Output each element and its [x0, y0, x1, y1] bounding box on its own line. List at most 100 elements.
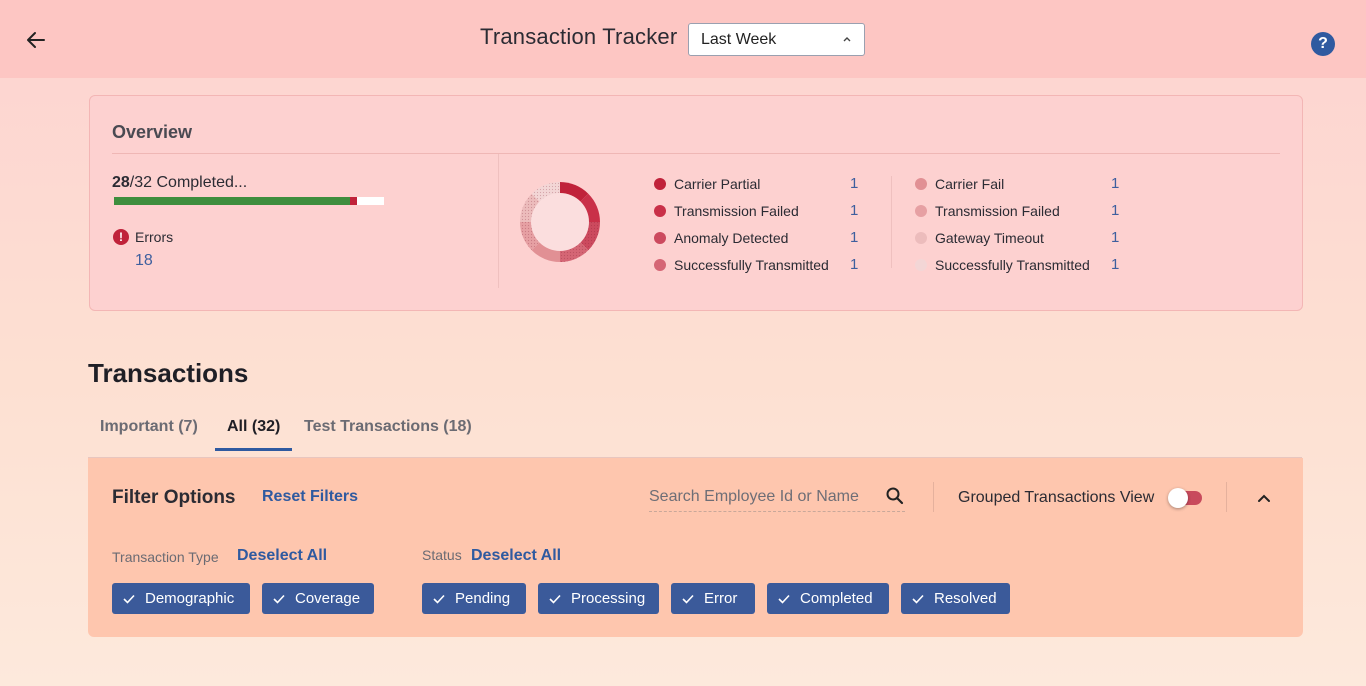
check-icon: [912, 594, 924, 604]
filter-chip-label: Error: [704, 590, 738, 607]
legend-label: Gateway Timeout: [935, 229, 1044, 246]
grouped-view-label: Grouped Transactions View: [958, 489, 1155, 506]
status-label: Status: [422, 547, 462, 563]
transaction-type-label: Transaction Type: [112, 549, 219, 565]
legend-value: 1: [850, 229, 859, 246]
legend-label: Successfully Transmitted: [935, 256, 1090, 273]
legend-label: Successfully Transmitted: [674, 256, 829, 273]
tab-test-transactions[interactable]: Test Transactions (18): [292, 418, 484, 448]
grouped-view-toggle[interactable]: [1168, 488, 1202, 508]
check-icon: [273, 594, 285, 604]
check-icon: [682, 594, 694, 604]
legend-label: Transmission Failed: [935, 202, 1060, 219]
legend-item[interactable]: Carrier Partial 1: [654, 170, 858, 197]
check-icon: [778, 594, 790, 604]
filter-chip-label: Processing: [571, 590, 646, 607]
errors-count[interactable]: 18: [135, 252, 153, 270]
transaction-tabs: Important (7) All (32) Test Transactions…: [88, 412, 1302, 458]
filter-chip-coverage[interactable]: Coverage: [262, 583, 374, 614]
check-icon: [433, 594, 445, 604]
legend-color-swatch: [915, 231, 927, 244]
reset-filters-link[interactable]: Reset Filters: [262, 488, 358, 506]
search-input[interactable]: [649, 484, 874, 510]
status-donut-chart: [520, 182, 600, 262]
legend-value: 1: [1111, 229, 1120, 246]
legend-color-swatch: [915, 177, 927, 190]
chevron-up-icon: [843, 37, 851, 42]
legend-value: 1: [850, 175, 859, 192]
check-icon: [549, 594, 561, 604]
completion-progress-bar: [114, 197, 384, 205]
filter-chip-demographic[interactable]: Demographic: [112, 583, 250, 614]
legend-item[interactable]: Gateway Timeout 1: [915, 224, 1119, 251]
filter-divider: [1226, 482, 1227, 512]
filter-chip-completed[interactable]: Completed: [767, 583, 889, 614]
errors-label: Errors: [135, 229, 174, 245]
overview-vertical-divider: [498, 154, 499, 288]
overview-card: Overview 28/32 Completed... ! Errors 18 …: [89, 95, 1303, 311]
legend-color-swatch: [654, 231, 666, 244]
arrow-left-icon: [27, 32, 45, 48]
legend-color-swatch: [915, 258, 927, 271]
legend-right: Carrier Fail 1 Transmission Failed 1 Gateway…: [915, 170, 1119, 278]
legend-item[interactable]: Carrier Fail 1: [915, 170, 1119, 197]
filter-chip-resolved[interactable]: Resolved: [901, 583, 1010, 614]
filter-options-panel: Filter Options Reset Filters Grouped Tra…: [88, 458, 1303, 637]
completed-total: /32 Completed...: [129, 174, 248, 191]
filter-divider: [933, 482, 934, 512]
filter-chip-label: Pending: [455, 590, 511, 607]
transactions-title: Transactions: [88, 358, 249, 388]
completed-count: 28: [112, 174, 130, 191]
search-field: [649, 484, 905, 512]
legend-value: 1: [1111, 175, 1120, 192]
legend-color-swatch: [654, 177, 666, 190]
legend-left: Carrier Partial 1 Transmission Failed 1 Anom…: [654, 170, 858, 278]
filter-chip-error[interactable]: Error: [671, 583, 755, 614]
filter-options-title: Filter Options: [112, 487, 236, 508]
legend-item[interactable]: Successfully Transmitted 1: [654, 251, 858, 278]
progress-error-fill: [350, 197, 357, 205]
filter-chip-label: Demographic: [145, 590, 235, 607]
legend-value: 1: [1111, 202, 1120, 219]
legend-color-swatch: [654, 204, 666, 217]
top-bar: Transaction Tracker Last Week ?: [0, 0, 1366, 78]
legend-label: Anomaly Detected: [674, 229, 789, 246]
legend-label: Carrier Partial: [674, 175, 761, 192]
search-icon[interactable]: [885, 486, 905, 506]
filter-chip-label: Coverage: [295, 590, 361, 607]
deselect-all-types-link[interactable]: Deselect All: [237, 547, 327, 565]
tab-important[interactable]: Important (7): [88, 418, 210, 448]
legend-item[interactable]: Successfully Transmitted 1: [915, 251, 1119, 278]
check-icon: [123, 594, 135, 604]
overview-title: Overview: [112, 122, 193, 142]
filter-chip-pending[interactable]: Pending: [422, 583, 526, 614]
tab-all[interactable]: All (32): [215, 418, 293, 451]
donut-hole: [531, 193, 589, 251]
completed-summary: 28/32 Completed...: [112, 174, 247, 192]
back-button[interactable]: [22, 26, 50, 54]
legend-color-swatch: [654, 258, 666, 271]
legend-item[interactable]: Anomaly Detected 1: [654, 224, 858, 251]
legend-item[interactable]: Transmission Failed 1: [915, 197, 1119, 224]
legend-divider: [891, 176, 892, 268]
errors-summary: ! Errors: [113, 229, 173, 245]
legend-value: 1: [1111, 256, 1120, 273]
legend-value: 1: [850, 202, 859, 219]
filter-chip-label: Resolved: [934, 590, 997, 607]
legend-item[interactable]: Transmission Failed 1: [654, 197, 858, 224]
help-icon[interactable]: ?: [1311, 32, 1335, 56]
chevron-up-icon[interactable]: [1254, 488, 1274, 508]
progress-completed-fill: [114, 197, 351, 205]
filter-chip-label: Completed: [800, 590, 873, 607]
deselect-all-status-link[interactable]: Deselect All: [471, 547, 561, 565]
filter-chip-processing[interactable]: Processing: [538, 583, 659, 614]
legend-color-swatch: [915, 204, 927, 217]
legend-value: 1: [850, 256, 859, 273]
error-alert-icon: !: [113, 229, 129, 245]
period-select[interactable]: Last Week: [688, 23, 865, 56]
overview-divider: [112, 153, 1280, 154]
period-select-value: Last Week: [701, 31, 777, 48]
legend-label: Transmission Failed: [674, 202, 799, 219]
toggle-knob: [1168, 488, 1188, 508]
page-title: Transaction Tracker: [480, 24, 678, 49]
